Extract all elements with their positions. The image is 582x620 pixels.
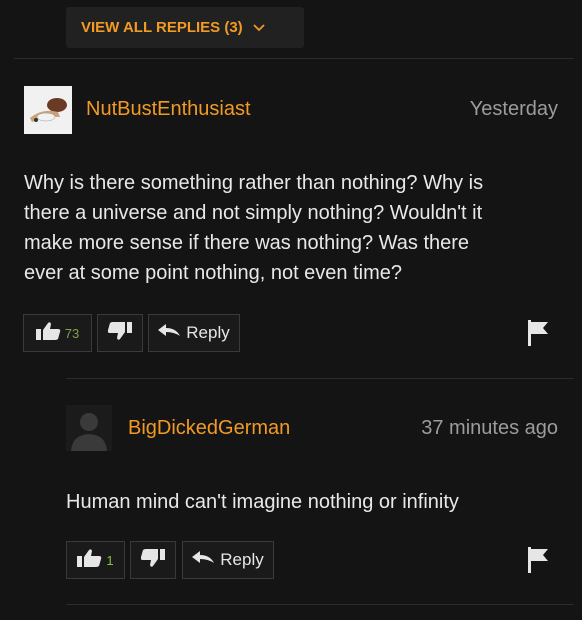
reply-arrow-icon bbox=[158, 323, 181, 343]
comment-timestamp: Yesterday bbox=[469, 98, 558, 120]
view-all-replies-label: VIEW ALL REPLIES (3) bbox=[81, 19, 243, 36]
comment-body: Human mind can't imagine nothing or infi… bbox=[66, 487, 459, 517]
upvote-count: 73 bbox=[64, 325, 80, 341]
comment-line: make more sense if there was nothing? Wa… bbox=[24, 232, 470, 254]
reply-label: Reply bbox=[186, 323, 230, 342]
comment-line: there a universe and not simply nothing?… bbox=[24, 202, 483, 224]
upvote-button[interactable]: 1 bbox=[66, 541, 125, 579]
comment-username[interactable]: BigDickedGerman bbox=[128, 417, 290, 440]
divider bbox=[66, 604, 574, 605]
comment-body: Why is there something rather than nothi… bbox=[24, 168, 483, 288]
comment-username[interactable]: NutBustEnthusiast bbox=[86, 98, 251, 121]
thumbs-down-icon bbox=[107, 321, 132, 346]
downvote-button[interactable] bbox=[130, 541, 176, 579]
comment-line: Why is there something rather than nothi… bbox=[24, 172, 484, 194]
divider bbox=[14, 58, 574, 59]
comment-timestamp: 37 minutes ago bbox=[421, 417, 558, 439]
comment-line: ever at some point nothing, not even tim… bbox=[24, 262, 403, 284]
thumbs-up-icon bbox=[77, 548, 103, 573]
reply-button[interactable]: Reply bbox=[182, 541, 274, 579]
chevron-down-icon bbox=[253, 23, 265, 32]
thumbs-up-icon bbox=[35, 321, 62, 346]
view-all-replies-button[interactable]: VIEW ALL REPLIES (3) bbox=[66, 7, 304, 48]
divider bbox=[66, 378, 574, 379]
reply-arrow-icon bbox=[192, 550, 215, 570]
reply-button[interactable]: Reply bbox=[148, 314, 240, 352]
avatar[interactable] bbox=[66, 405, 112, 451]
flag-icon[interactable] bbox=[528, 547, 550, 578]
comment-line: Human mind can't imagine nothing or infi… bbox=[66, 491, 459, 513]
upvote-count: 1 bbox=[106, 552, 114, 568]
upvote-button[interactable]: 73 bbox=[23, 314, 92, 352]
thumbs-down-icon bbox=[140, 548, 165, 573]
downvote-button[interactable] bbox=[97, 314, 143, 352]
reply-label: Reply bbox=[220, 550, 264, 569]
avatar[interactable] bbox=[24, 86, 72, 134]
flag-icon[interactable] bbox=[528, 320, 550, 351]
